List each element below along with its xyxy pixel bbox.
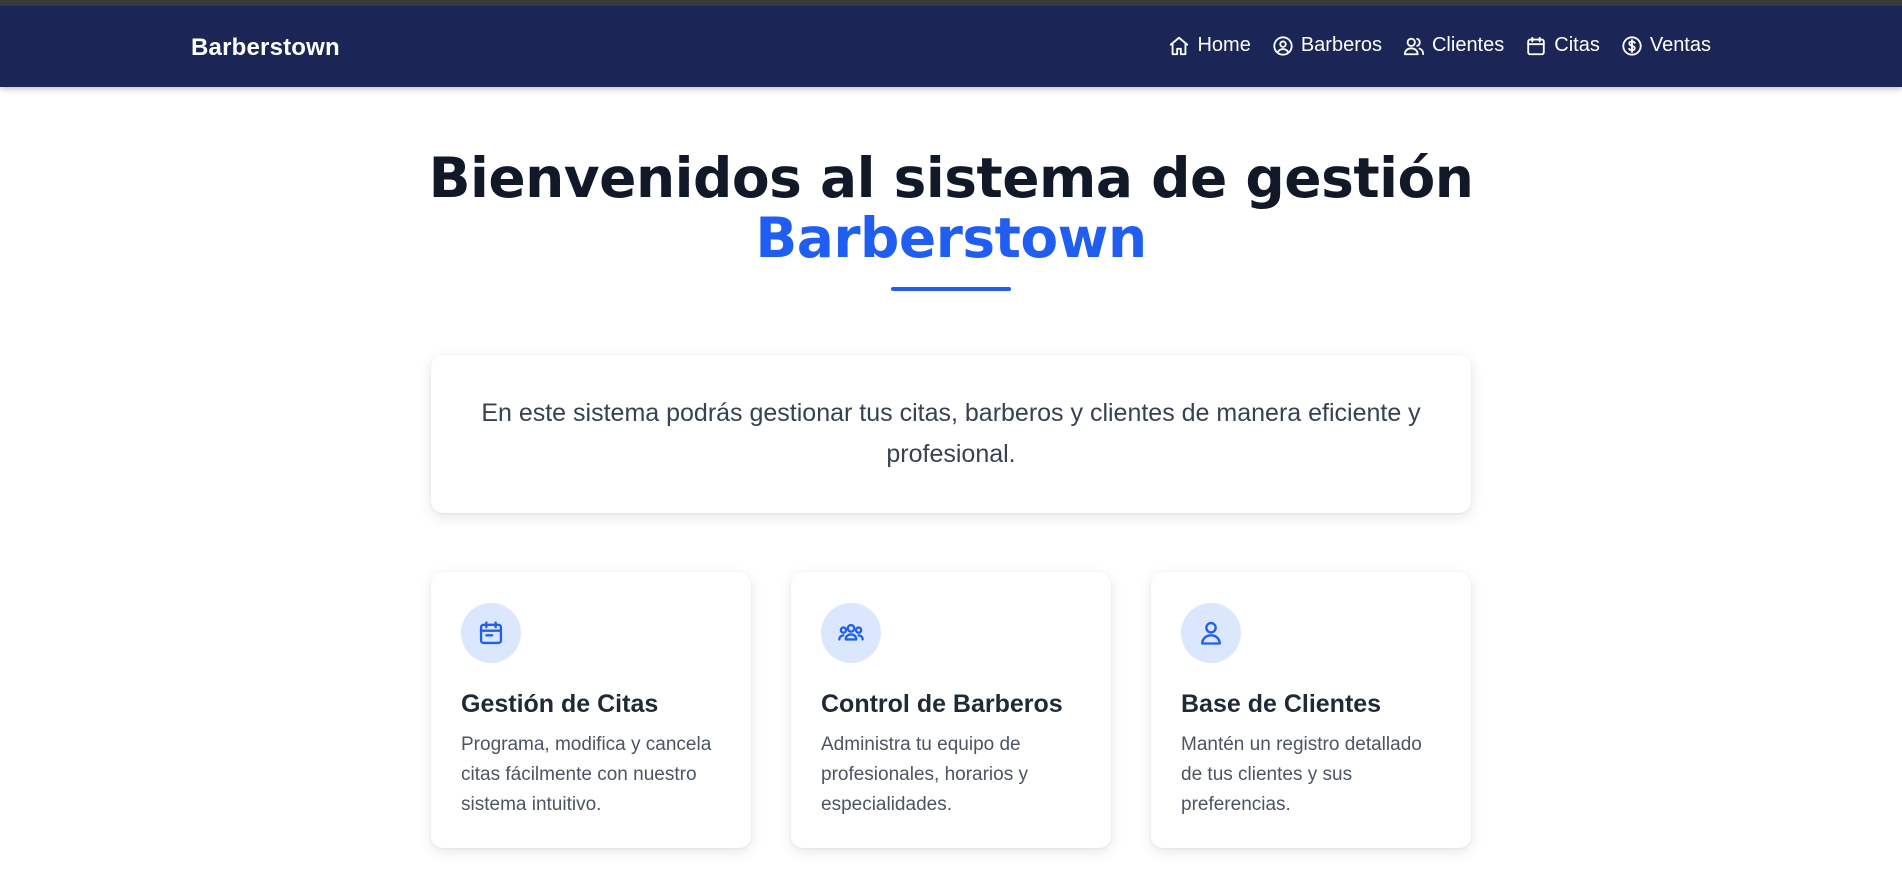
feature-description: Mantén un registro detallado de tus clie…: [1181, 734, 1422, 815]
nav-home-label: Home: [1197, 34, 1251, 56]
intro-card: En este sistema podrás gestionar tus cit…: [431, 355, 1471, 513]
calendar-icon: [1525, 35, 1547, 57]
feature-card-clientes: Base de Clientes Mantén un registro deta…: [1151, 572, 1471, 848]
nav-home[interactable]: Home: [1168, 34, 1251, 57]
feature-description: Administra tu equipo de profesionales, h…: [821, 734, 1028, 815]
user-group-icon: [821, 603, 881, 663]
nav-ventas[interactable]: Ventas: [1621, 34, 1711, 57]
page-title: Bienvenidos al sistema de gestión Barber…: [0, 148, 1902, 268]
brand-logo[interactable]: Barberstown: [191, 34, 340, 62]
feature-description: Programa, modifica y cancela citas fácil…: [461, 734, 712, 815]
user-circle-icon: [1272, 35, 1294, 57]
intro-text: En este sistema podrás gestionar tus cit…: [481, 399, 1421, 468]
nav-clientes-label: Clientes: [1431, 34, 1505, 56]
home-icon: [1168, 35, 1190, 57]
dollar-circle-icon: [1621, 35, 1643, 57]
nav-citas[interactable]: Citas: [1525, 34, 1600, 57]
title-brand: Barberstown: [755, 206, 1147, 270]
nav-links: Home Barberos Clientes Citas Ventas: [1168, 34, 1711, 57]
top-navbar: Barberstown Home Barberos Clientes Citas: [0, 6, 1902, 87]
nav-citas-label: Citas: [1554, 34, 1600, 56]
feature-card-barberos: Control de Barberos Administra tu equipo…: [791, 572, 1111, 848]
nav-clientes[interactable]: Clientes: [1403, 34, 1504, 57]
feature-card-citas: Gestión de Citas Programa, modifica y ca…: [431, 572, 751, 848]
feature-title: Gestión de Citas: [461, 690, 659, 718]
nav-ventas-label: Ventas: [1649, 34, 1711, 56]
nav-barberos[interactable]: Barberos: [1272, 34, 1382, 57]
nav-barberos-label: Barberos: [1300, 34, 1382, 56]
feature-title: Base de Clientes: [1181, 690, 1382, 718]
calendar-icon: [461, 603, 521, 663]
users-icon: [1403, 35, 1425, 57]
feature-title: Control de Barberos: [821, 690, 1063, 718]
title-underline: [891, 287, 1011, 291]
user-icon: [1181, 603, 1241, 663]
title-line-1: Bienvenidos al sistema de gestión: [428, 146, 1474, 210]
